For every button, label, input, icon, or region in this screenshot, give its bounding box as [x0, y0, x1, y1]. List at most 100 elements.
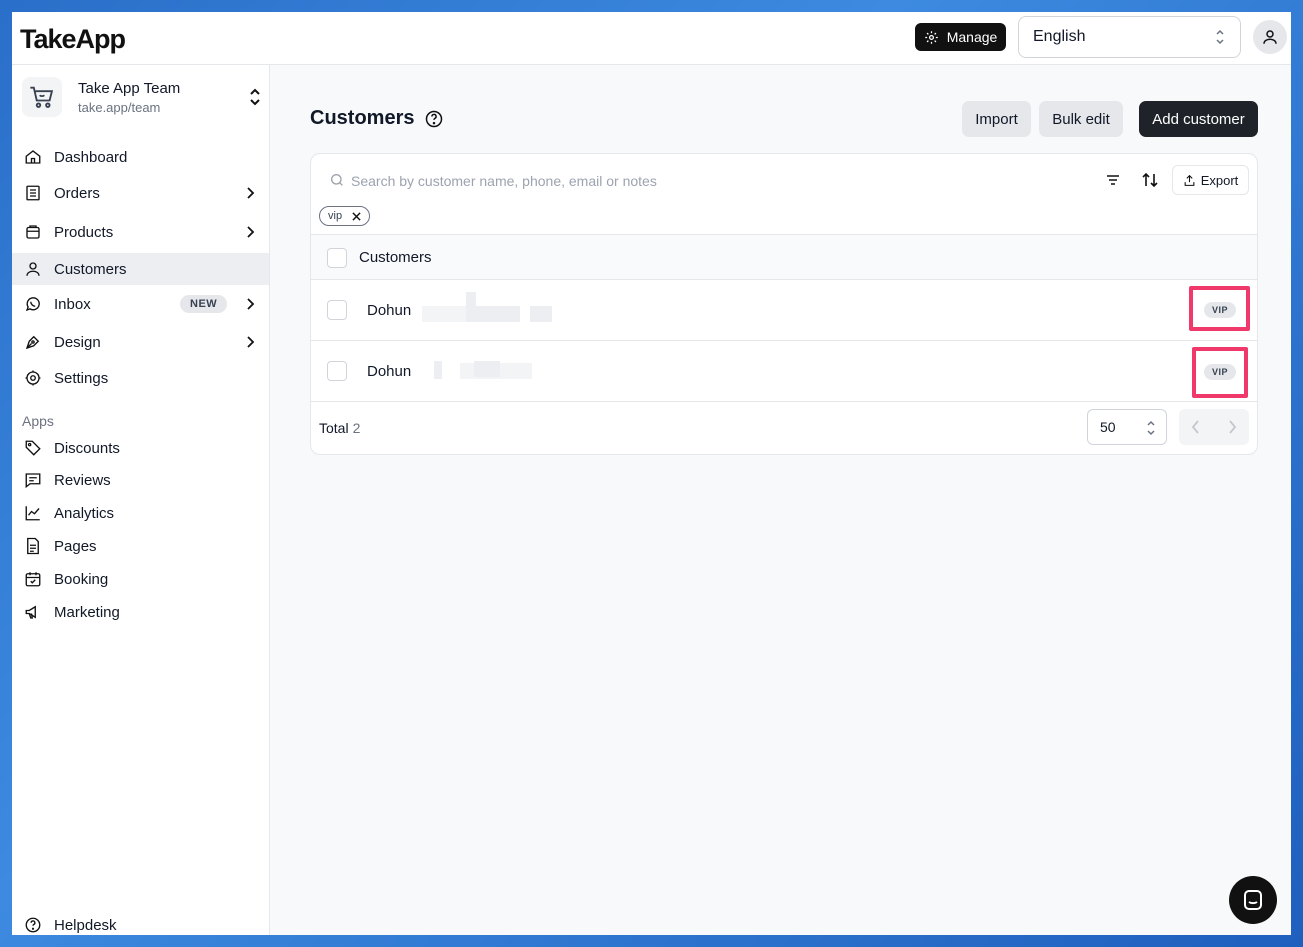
sidebar-item-inbox[interactable]: Inbox NEW [12, 288, 269, 320]
sidebar-item-label: Discounts [54, 439, 120, 457]
total-label: Total [319, 420, 349, 436]
file-text-icon [27, 537, 39, 555]
pen-nib-icon [25, 335, 40, 350]
sidebar-item-label: Pages [54, 537, 97, 555]
message-square-icon [25, 473, 41, 489]
chevron-up-down-icon [1147, 420, 1155, 436]
sidebar-item-label: Dashboard [54, 148, 128, 166]
user-icon [1263, 30, 1277, 44]
list-icon [26, 185, 40, 201]
total-count: Total 2 [319, 420, 360, 436]
sidebar-item-label: Marketing [54, 603, 120, 621]
row-checkbox[interactable] [327, 300, 347, 320]
chevron-right-icon[interactable] [1225, 419, 1239, 435]
app-logo[interactable]: TakeApp [20, 24, 126, 55]
page-title: Customers [310, 107, 444, 130]
import-button[interactable]: Import [962, 101, 1031, 137]
sidebar-item-label: Settings [54, 369, 109, 387]
search-icon [331, 174, 343, 186]
team-name: Take App Team [78, 80, 181, 97]
column-header-customers: Customers [359, 249, 432, 266]
export-button[interactable]: Export [1172, 165, 1249, 195]
sidebar-item-reviews[interactable]: Reviews [12, 464, 269, 496]
sidebar-item-pages[interactable]: Pages [12, 530, 269, 562]
pagination [1179, 409, 1249, 445]
chevron-right-icon [247, 298, 255, 310]
chevron-up-down-icon [1216, 29, 1224, 45]
chat-launcher-button[interactable] [1229, 876, 1277, 924]
line-chart-icon [25, 506, 40, 521]
top-bar: TakeApp Manage English [12, 12, 1291, 65]
customers-table-card: Export vip Customers Dohun VIP [310, 153, 1258, 455]
manage-button[interactable]: Manage [915, 23, 1006, 51]
close-icon[interactable] [352, 211, 361, 221]
sidebar-item-label: Inbox [54, 295, 91, 313]
apps-section-label: Apps [22, 413, 54, 429]
gear-icon [924, 30, 938, 44]
row-checkbox[interactable] [327, 361, 347, 381]
chevron-right-icon [247, 336, 255, 348]
team-switcher[interactable]: Take App Team take.app/team [22, 77, 262, 117]
home-icon [25, 150, 41, 164]
sidebar-item-marketing[interactable]: Marketing [12, 596, 269, 628]
chat-icon [1244, 890, 1262, 910]
filter-chip[interactable]: vip [319, 206, 371, 226]
sidebar-item-products[interactable]: Products [12, 216, 269, 248]
calendar-check-icon [25, 572, 41, 587]
megaphone-icon [25, 605, 36, 619]
chevron-right-icon [247, 226, 255, 238]
sidebar-item-label: Booking [54, 570, 109, 588]
redacted-contact [530, 306, 552, 322]
sidebar-item-settings[interactable]: Settings [12, 362, 269, 394]
tag-icon [25, 440, 41, 456]
redacted-contact [434, 361, 442, 379]
sidebar-item-customers[interactable]: Customers [12, 253, 269, 285]
whatsapp-icon [25, 297, 40, 312]
vip-badge: VIP [1204, 364, 1237, 380]
select-all-checkbox[interactable] [327, 248, 347, 268]
sidebar-item-label: Analytics [54, 504, 115, 522]
sidebar-item-helpdesk[interactable]: Helpdesk [12, 909, 269, 935]
sidebar-item-label: Customers [54, 260, 127, 278]
table-header: Customers [311, 234, 1257, 280]
language-select[interactable]: English [1018, 16, 1241, 58]
filter-icon[interactable] [1105, 172, 1121, 188]
upload-icon [1184, 174, 1195, 186]
sidebar-item-label: Helpdesk [54, 916, 117, 934]
chevron-left-icon[interactable] [1189, 419, 1203, 435]
box-icon [26, 225, 40, 239]
user-icon [26, 262, 40, 276]
help-circle-icon[interactable] [424, 109, 444, 129]
help-circle-icon [25, 917, 41, 933]
new-badge: NEW [180, 295, 228, 313]
sidebar-item-discounts[interactable]: Discounts [12, 432, 269, 464]
sidebar-item-label: Reviews [54, 471, 111, 489]
add-customer-button[interactable]: Add customer [1139, 101, 1258, 137]
page-title-text: Customers [310, 107, 415, 129]
main-content: Customers Import Bulk edit Add customer … [270, 65, 1291, 935]
table-row[interactable]: Dohun VIP [311, 341, 1257, 402]
export-label: Export [1200, 172, 1239, 188]
customer-name: Dohun [367, 302, 412, 319]
sidebar-item-analytics[interactable]: Analytics [12, 497, 269, 529]
language-value: English [1033, 28, 1086, 45]
sidebar-item-booking[interactable]: Booking [12, 563, 269, 595]
app-window: TakeApp Manage English Take App Team tak… [12, 12, 1291, 935]
table-row[interactable]: Dohun VIP [311, 280, 1257, 341]
sidebar-item-orders[interactable]: Orders [12, 177, 269, 209]
user-avatar[interactable] [1253, 20, 1287, 54]
team-url: take.app/team [78, 100, 161, 115]
search-input[interactable] [351, 168, 1051, 194]
sidebar-item-dashboard[interactable]: Dashboard [12, 141, 269, 173]
chevron-up-down-icon [250, 88, 260, 106]
vip-badge: VIP [1204, 302, 1237, 318]
total-value: 2 [352, 420, 361, 436]
filter-chip-label: vip [328, 210, 343, 222]
per-page-select[interactable]: 50 [1087, 409, 1167, 445]
redacted-contact [466, 306, 520, 322]
sidebar-item-design[interactable]: Design [12, 326, 269, 358]
gear-icon [25, 370, 41, 386]
customer-name: Dohun [367, 363, 412, 380]
sort-icon[interactable] [1141, 171, 1159, 189]
bulk-edit-button[interactable]: Bulk edit [1039, 101, 1123, 137]
